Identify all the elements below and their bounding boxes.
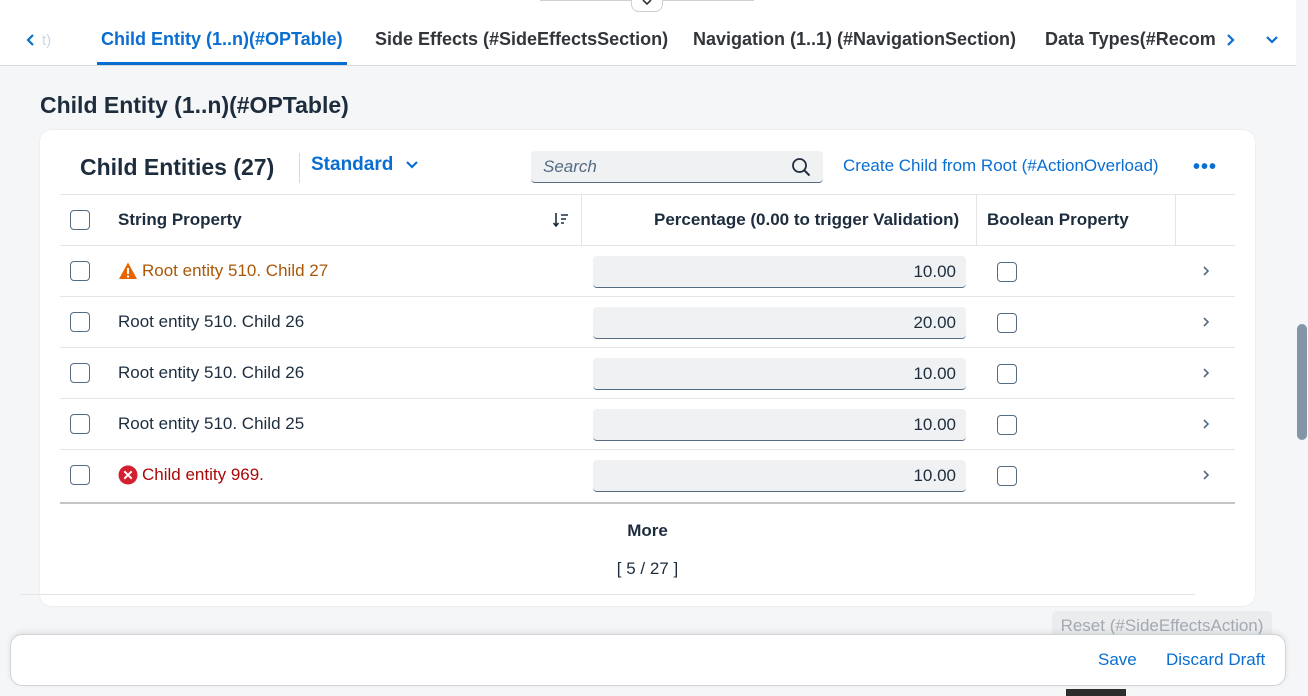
chevron-left-icon bbox=[26, 34, 34, 46]
collapse-header-button[interactable] bbox=[631, 0, 663, 12]
create-child-button[interactable]: Create Child from Root (#ActionOverload) bbox=[843, 156, 1159, 176]
percentage-input[interactable]: 10.00 bbox=[593, 460, 966, 492]
row-select-checkbox[interactable] bbox=[70, 261, 90, 281]
table-row[interactable]: Root entity 510. Child 26 10.00 bbox=[60, 348, 1235, 399]
navigation-arrow-icon[interactable] bbox=[1198, 262, 1214, 280]
discard-draft-button[interactable]: Discard Draft bbox=[1166, 650, 1265, 670]
search-field[interactable] bbox=[531, 151, 823, 183]
percentage-input[interactable]: 10.00 bbox=[593, 409, 966, 441]
row-name: Root entity 510. Child 26 bbox=[118, 312, 305, 331]
variant-selector[interactable]: Standard bbox=[311, 154, 419, 176]
string-property-cell: Root entity 510. Child 26 bbox=[118, 363, 304, 383]
anchor-bar: t) Child Entity (1..n)(#OPTable) Side Ef… bbox=[0, 0, 1296, 66]
save-button[interactable]: Save bbox=[1098, 650, 1137, 670]
chevron-down-icon bbox=[1266, 36, 1278, 44]
navigation-arrow-icon[interactable] bbox=[1198, 313, 1214, 331]
footer-bar: Save Discard Draft bbox=[10, 634, 1286, 686]
scrollbar-thumb[interactable] bbox=[1297, 324, 1307, 440]
boolean-property-checkbox[interactable] bbox=[997, 415, 1017, 435]
boolean-property-checkbox[interactable] bbox=[997, 313, 1017, 333]
tab-label: Child Entity (1..n)(#OPTable) bbox=[101, 29, 343, 49]
more-actions-button[interactable]: ••• bbox=[1190, 155, 1220, 179]
table-grid: String Property Percentage (0.00 to trig… bbox=[60, 194, 1235, 501]
warning-icon bbox=[119, 262, 137, 279]
row-name: Root entity 510. Child 27 bbox=[142, 261, 329, 280]
boolean-property-checkbox[interactable] bbox=[997, 466, 1017, 486]
table-title: Child Entities (27) bbox=[80, 154, 275, 180]
boolean-property-checkbox[interactable] bbox=[997, 364, 1017, 384]
tab-label: Data Types(#Recommendations) bbox=[1045, 29, 1215, 49]
table-card: Child Entities (27) Standard Create Chil… bbox=[40, 130, 1255, 606]
row-name: Root entity 510. Child 25 bbox=[118, 414, 305, 433]
row-name: Child entity 969. bbox=[142, 465, 264, 484]
string-property-cell: Root entity 510. Child 25 bbox=[118, 414, 304, 434]
chevron-down-icon bbox=[642, 0, 652, 5]
column-header-string-property[interactable]: String Property bbox=[118, 210, 242, 230]
percentage-input[interactable]: 20.00 bbox=[593, 307, 966, 339]
table-header-row: String Property Percentage (0.00 to trig… bbox=[60, 194, 1235, 246]
growing-list-trigger[interactable]: More [ 5 / 27 ] bbox=[60, 502, 1235, 596]
row-select-checkbox[interactable] bbox=[70, 312, 90, 332]
table-row[interactable]: Root entity 510. Child 27 10.00 bbox=[60, 246, 1235, 297]
tab-fragment: t) bbox=[42, 31, 52, 49]
tab-navigation[interactable]: Navigation (1..1) (#NavigationSection) bbox=[693, 29, 1016, 65]
row-name: Root entity 510. Child 26 bbox=[118, 363, 305, 382]
navigation-arrow-icon[interactable] bbox=[1198, 415, 1214, 433]
navigation-arrow-icon[interactable] bbox=[1198, 466, 1214, 484]
string-property-cell: Child entity 969. bbox=[118, 465, 264, 485]
select-all-checkbox[interactable] bbox=[70, 210, 90, 230]
percentage-input[interactable]: 10.00 bbox=[593, 358, 966, 390]
tab-child-entity[interactable]: Child Entity (1..n)(#OPTable) bbox=[97, 29, 347, 65]
search-icon[interactable] bbox=[791, 157, 811, 177]
column-header-percentage[interactable]: Percentage (0.00 to trigger Validation) bbox=[654, 210, 959, 230]
string-property-cell: Root entity 510. Child 27 bbox=[118, 261, 328, 281]
tab-side-effects[interactable]: Side Effects (#SideEffectsSection) bbox=[375, 29, 668, 65]
section-title: Child Entity (1..n)(#OPTable) bbox=[40, 92, 349, 118]
boolean-property-checkbox[interactable] bbox=[997, 262, 1017, 282]
tab-overflow-button[interactable] bbox=[1258, 26, 1286, 54]
tab-label: Side Effects (#SideEffectsSection) bbox=[375, 29, 669, 49]
scroll-tabs-left-button[interactable]: t) bbox=[26, 28, 66, 52]
chevron-right-icon bbox=[1227, 34, 1235, 46]
scroll-tabs-right-button[interactable] bbox=[1218, 26, 1242, 54]
error-icon bbox=[118, 465, 138, 485]
table-row[interactable]: Root entity 510. Child 25 10.00 bbox=[60, 399, 1235, 450]
more-count: [ 5 / 27 ] bbox=[616, 559, 679, 578]
table-row[interactable]: Child entity 969. 10.00 bbox=[60, 450, 1235, 501]
tab-data-types[interactable]: Data Types(#Recommendations) bbox=[1045, 29, 1215, 65]
chevron-down-icon bbox=[406, 161, 419, 169]
row-select-checkbox[interactable] bbox=[70, 414, 90, 434]
navigation-arrow-icon[interactable] bbox=[1198, 364, 1214, 382]
percentage-input[interactable]: 10.00 bbox=[593, 256, 966, 288]
column-divider[interactable] bbox=[976, 195, 977, 246]
table-row[interactable]: Root entity 510. Child 26 20.00 bbox=[60, 297, 1235, 348]
header-divider bbox=[540, 0, 631, 1]
column-header-boolean-property[interactable]: Boolean Property bbox=[987, 210, 1129, 230]
string-property-cell: Root entity 510. Child 26 bbox=[118, 312, 304, 332]
column-divider[interactable] bbox=[1175, 195, 1176, 246]
row-select-checkbox[interactable] bbox=[70, 465, 90, 485]
header-divider bbox=[663, 0, 754, 1]
background-element bbox=[1066, 689, 1126, 696]
variant-label: Standard bbox=[311, 154, 394, 175]
toolbar-separator bbox=[299, 153, 300, 183]
column-divider[interactable] bbox=[581, 195, 582, 246]
divider bbox=[20, 594, 1195, 595]
search-input[interactable] bbox=[543, 156, 791, 177]
row-select-checkbox[interactable] bbox=[70, 363, 90, 383]
sort-descending-icon[interactable] bbox=[552, 211, 570, 229]
more-button[interactable]: More bbox=[60, 521, 1235, 541]
tab-label: Navigation (1..1) (#NavigationSection) bbox=[693, 29, 1017, 49]
